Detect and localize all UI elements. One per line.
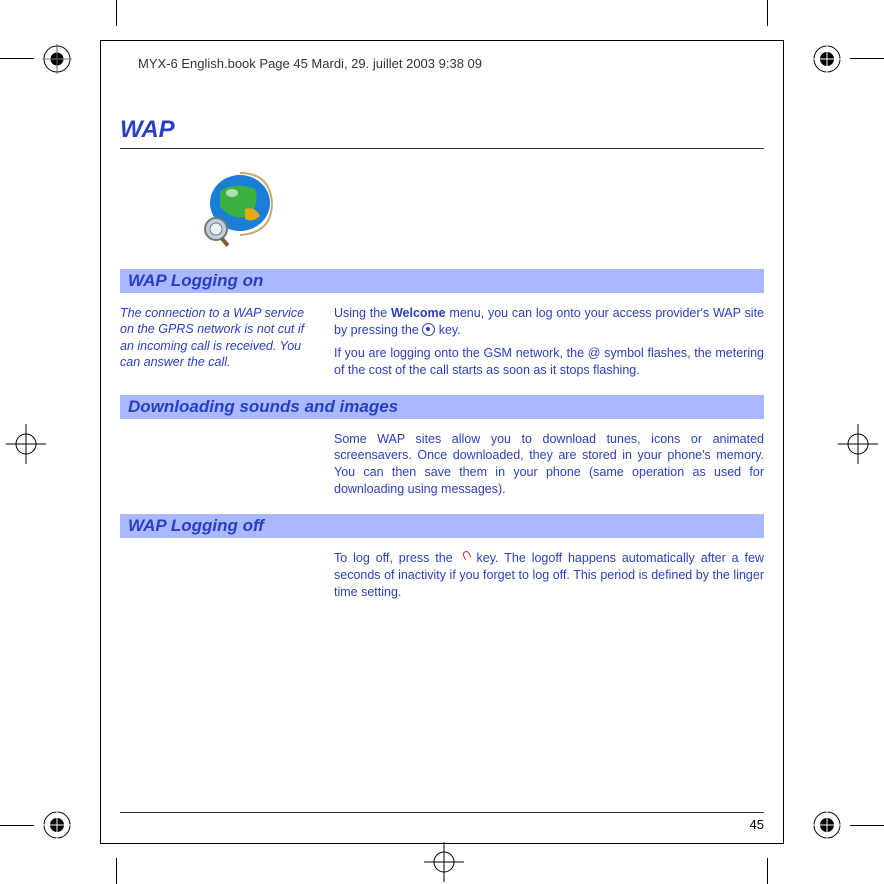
reg-mark-icon	[812, 44, 842, 74]
sidenote-logoff	[120, 550, 320, 607]
page-content: WAP WAP Logging on The connection to a W…	[120, 116, 764, 824]
text: To log off, press the	[334, 551, 459, 565]
chapter-title: WAP	[120, 116, 764, 149]
crop-tick	[850, 825, 884, 826]
cross-mark-icon	[838, 424, 878, 464]
section-heading-download: Downloading sounds and images	[120, 395, 764, 419]
section-heading-logon: WAP Logging on	[120, 269, 764, 293]
page-number: 45	[120, 812, 764, 832]
crop-tick	[116, 858, 117, 884]
reg-mark-icon	[812, 810, 842, 840]
body-download: Some WAP sites allow you to download tun…	[334, 431, 764, 505]
reg-mark-icon	[42, 44, 72, 74]
crop-tick	[0, 825, 34, 826]
cross-mark-icon	[6, 424, 46, 464]
running-header: MYX-6 English.book Page 45 Mardi, 29. ju…	[138, 56, 482, 71]
sidenote-download	[120, 431, 320, 505]
globe-icon	[190, 161, 280, 251]
sidenote-logon: The connection to a WAP service on the G…	[120, 305, 320, 385]
bold-welcome: Welcome	[391, 306, 446, 320]
ok-key-icon	[422, 323, 435, 336]
text: Some WAP sites allow you to download tun…	[334, 431, 764, 499]
cross-mark-icon	[424, 842, 464, 882]
hangup-key-icon	[459, 550, 471, 564]
section-heading-logoff: WAP Logging off	[120, 514, 764, 538]
body-logon: Using the Welcome menu, you can log onto…	[334, 305, 764, 385]
crop-tick	[767, 0, 768, 26]
crop-tick	[850, 58, 884, 59]
crop-tick	[767, 858, 768, 884]
reg-mark-icon	[42, 810, 72, 840]
crop-tick	[0, 58, 34, 59]
text: key.	[435, 323, 460, 337]
text: Using the	[334, 306, 391, 320]
text: If you are logging onto the GSM network,…	[334, 345, 764, 379]
crop-tick	[116, 0, 117, 26]
body-logoff: To log off, press the key. The logoff ha…	[334, 550, 764, 607]
